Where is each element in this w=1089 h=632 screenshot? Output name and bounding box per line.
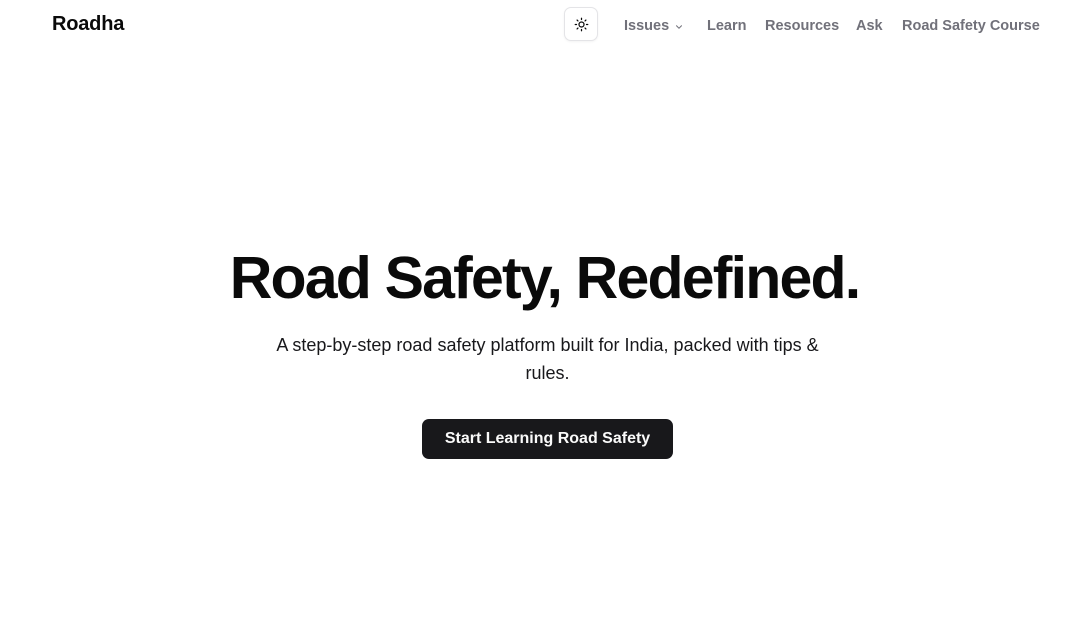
nav-learn-link[interactable]: Learn [707, 16, 747, 36]
nav-issues-label: Issues [624, 18, 670, 34]
sun-icon [574, 17, 589, 32]
page: Roadha Issues Learn Resources Ask Road S… [0, 0, 1089, 632]
start-learning-button[interactable]: Start Learning Road Safety [422, 419, 673, 459]
theme-toggle-button[interactable] [564, 7, 598, 41]
hero-subtitle: A step-by-step road safety platform buil… [276, 335, 819, 383]
nav-resources-link[interactable]: Resources [765, 16, 839, 36]
nav-road-safety-course-link[interactable]: Road Safety Course [902, 16, 1040, 36]
top-navbar: Roadha Issues Learn Resources Ask Road S… [0, 0, 1089, 52]
hero-title: Road Safety, Redefined. [229, 245, 861, 311]
brand-logo-link[interactable]: Roadha [52, 13, 124, 36]
nav-issues-dropdown[interactable]: Issues [624, 16, 684, 36]
chevron-down-icon [674, 22, 684, 32]
nav-ask-link[interactable]: Ask [856, 16, 883, 36]
